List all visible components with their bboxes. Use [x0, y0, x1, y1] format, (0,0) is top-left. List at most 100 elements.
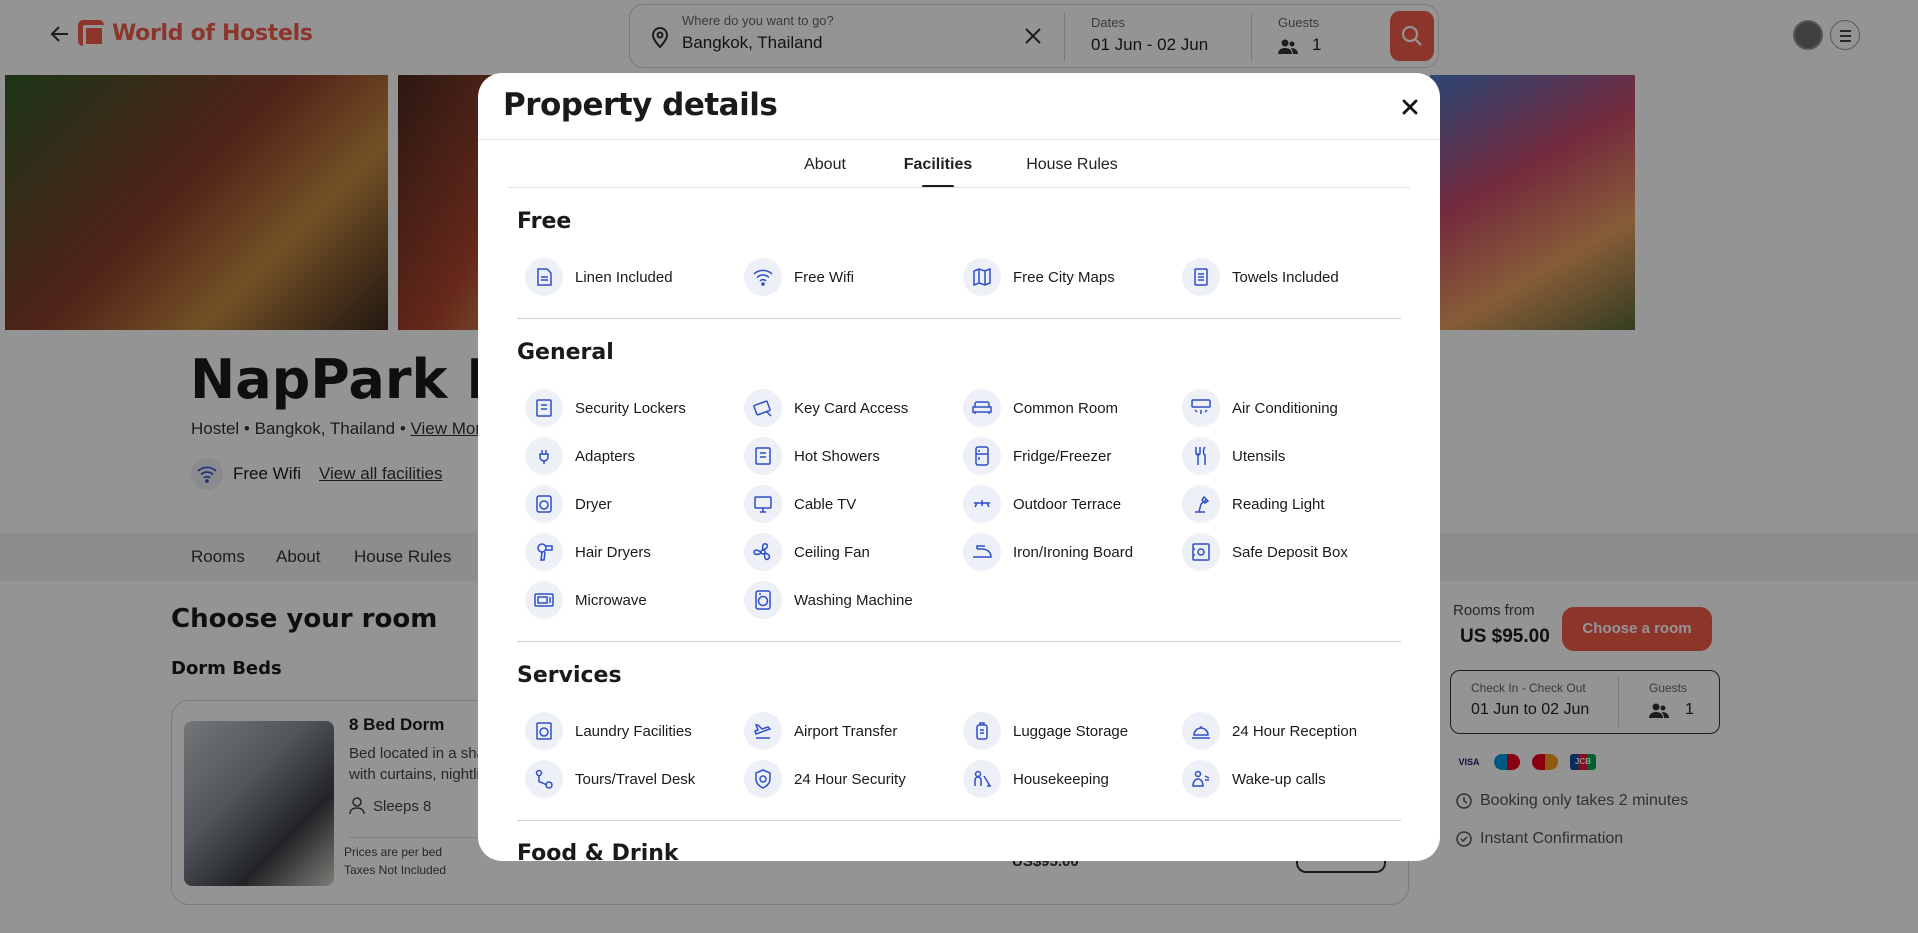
facility-item: Air Conditioning — [1182, 389, 1338, 427]
facility-item: Ceiling Fan — [744, 533, 870, 571]
facility-label: Ceiling Fan — [794, 543, 870, 561]
facility-item: Outdoor Terrace — [963, 485, 1121, 523]
divider — [517, 820, 1401, 821]
facility-label: Safe Deposit Box — [1232, 543, 1348, 561]
reception-bell-icon — [1182, 712, 1220, 750]
facility-item: Hair Dryers — [525, 533, 651, 571]
facility-label: Common Room — [1013, 399, 1119, 417]
laundry-icon — [525, 712, 563, 750]
tabs-divider — [508, 187, 1410, 188]
tours-icon — [525, 760, 563, 798]
property-details-modal: Property details About Facilities House … — [478, 73, 1440, 861]
airport-icon — [744, 712, 782, 750]
utensils-icon — [1182, 437, 1220, 475]
security-icon — [744, 760, 782, 798]
facility-item: Luggage Storage — [963, 712, 1128, 750]
wake-up-icon — [1182, 760, 1220, 798]
facility-item: Iron/Ironing Board — [963, 533, 1133, 571]
facility-label: Reading Light — [1232, 495, 1325, 513]
facility-item: Utensils — [1182, 437, 1285, 475]
facility-item: 24 Hour Reception — [1182, 712, 1357, 750]
lamp-icon — [1182, 485, 1220, 523]
map-icon — [963, 258, 1001, 296]
facility-label: Air Conditioning — [1232, 399, 1338, 417]
fridge-icon — [963, 437, 1001, 475]
facility-label: Wake-up calls — [1232, 770, 1326, 788]
facility-item: Microwave — [525, 581, 647, 619]
facility-item: Free City Maps — [963, 258, 1115, 296]
modal-title: Property details — [503, 87, 778, 123]
divider — [517, 318, 1401, 319]
facility-item: Housekeeping — [963, 760, 1109, 798]
housekeeping-icon — [963, 760, 1001, 798]
facility-item: Hot Showers — [744, 437, 880, 475]
facility-label: Cable TV — [794, 495, 857, 513]
tv-icon — [744, 485, 782, 523]
facility-label: Iron/Ironing Board — [1013, 543, 1134, 561]
facility-item: Dryer — [525, 485, 612, 523]
facility-item: Free Wifi — [744, 258, 854, 296]
facility-label: Washing Machine — [794, 591, 913, 609]
section-title-food-drink: Food & Drink — [517, 841, 679, 861]
divider — [517, 641, 1401, 642]
facility-item: Airport Transfer — [744, 712, 897, 750]
facility-item: Cable TV — [744, 485, 856, 523]
section-title-free: Free — [517, 209, 572, 234]
section-title-services: Services — [517, 663, 622, 688]
facility-label: Utensils — [1232, 447, 1286, 465]
divider — [478, 139, 1440, 140]
facility-label: 24 Hour Reception — [1232, 722, 1358, 740]
iron-icon — [963, 533, 1001, 571]
facility-item: Key Card Access — [744, 389, 908, 427]
facility-item: Security Lockers — [525, 389, 686, 427]
towel-icon — [1182, 258, 1220, 296]
close-icon[interactable] — [1398, 95, 1422, 119]
fan-icon — [744, 533, 782, 571]
facility-item: 24 Hour Security — [744, 760, 906, 798]
facility-label: Key Card Access — [794, 399, 909, 417]
facility-label: Dryer — [575, 495, 612, 513]
facility-item: Towels Included — [1182, 258, 1339, 296]
facility-label: Microwave — [575, 591, 647, 609]
facility-item: Wake-up calls — [1182, 760, 1326, 798]
facility-label: Hair Dryers — [575, 543, 651, 561]
tab-facilities[interactable]: Facilities — [904, 156, 972, 174]
washing-machine-icon — [744, 581, 782, 619]
microwave-icon — [525, 581, 563, 619]
dryer-icon — [525, 485, 563, 523]
facility-label: Tours/Travel Desk — [575, 770, 696, 788]
air-conditioning-icon — [1182, 389, 1220, 427]
facility-label: Outdoor Terrace — [1013, 495, 1122, 513]
facility-item: Adapters — [525, 437, 635, 475]
adapter-icon — [525, 437, 563, 475]
section-title-general: General — [517, 340, 614, 365]
facility-label: Luggage Storage — [1013, 722, 1129, 740]
facility-item: Laundry Facilities — [525, 712, 692, 750]
facility-item: Safe Deposit Box — [1182, 533, 1348, 571]
tab-about[interactable]: About — [804, 156, 846, 174]
facility-label: Linen Included — [575, 268, 673, 286]
shower-icon — [744, 437, 782, 475]
facility-label: Hot Showers — [794, 447, 880, 465]
facility-label: Laundry Facilities — [575, 722, 692, 740]
linen-icon — [525, 258, 563, 296]
safe-icon — [1182, 533, 1220, 571]
facility-label: Security Lockers — [575, 399, 686, 417]
terrace-icon — [963, 485, 1001, 523]
hair-dryer-icon — [525, 533, 563, 571]
tab-house-rules[interactable]: House Rules — [1026, 156, 1118, 174]
facility-label: Free Wifi — [794, 268, 854, 286]
facility-item: Tours/Travel Desk — [525, 760, 695, 798]
facility-item: Reading Light — [1182, 485, 1325, 523]
facility-label: Free City Maps — [1013, 268, 1115, 286]
facility-label: 24 Hour Security — [794, 770, 906, 788]
facility-label: Airport Transfer — [794, 722, 898, 740]
facility-item: Linen Included — [525, 258, 673, 296]
facility-item: Fridge/Freezer — [963, 437, 1111, 475]
sofa-icon — [963, 389, 1001, 427]
locker-icon — [525, 389, 563, 427]
facility-label: Adapters — [575, 447, 636, 465]
wifi-icon — [744, 258, 782, 296]
facility-label: Towels Included — [1232, 268, 1339, 286]
luggage-icon — [963, 712, 1001, 750]
